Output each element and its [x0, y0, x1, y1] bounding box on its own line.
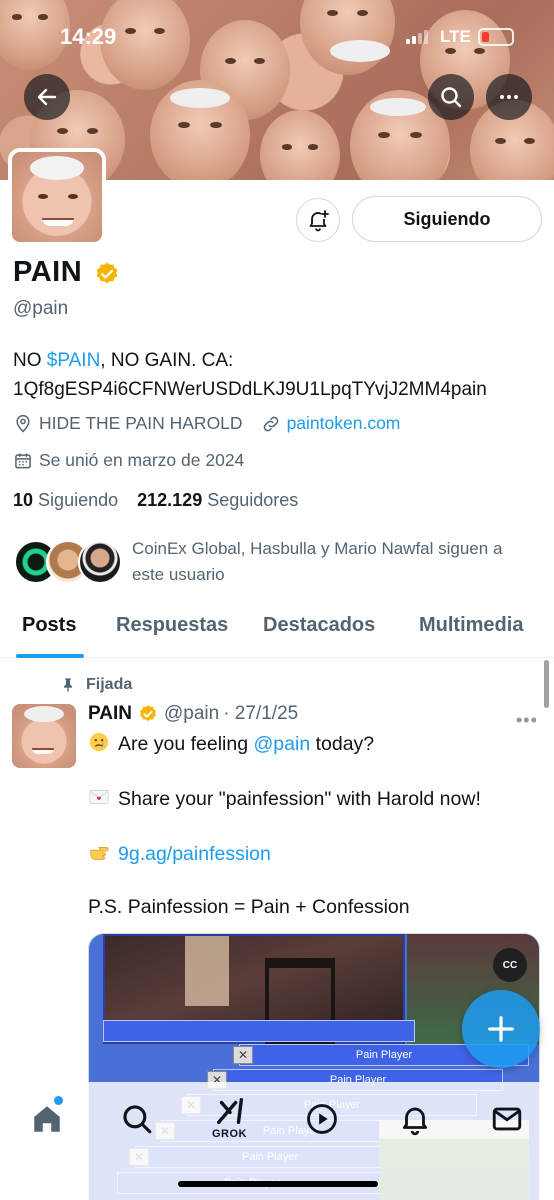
profile-meta-location-website: HIDE THE PAIN HAROLD paintoken.com: [13, 413, 400, 434]
back-button[interactable]: [24, 74, 70, 120]
signal-icon: [406, 30, 428, 44]
post-text: Are you feeling: [118, 733, 254, 755]
battery-icon: [478, 28, 514, 46]
home-indicator[interactable]: [178, 1181, 378, 1187]
tab-posts[interactable]: Posts: [22, 614, 76, 637]
followers-link[interactable]: 212.129 Seguidores: [137, 490, 298, 510]
post-more-button[interactable]: •••: [516, 710, 538, 731]
pinned-label: Fijada: [60, 676, 132, 694]
nav-messages[interactable]: [490, 1102, 524, 1136]
compose-plus-icon: [488, 1016, 514, 1042]
active-tab-indicator: [16, 654, 84, 658]
known-followers-line: CoinEx Global, Hasbulla y Mario Nawfal s…: [132, 539, 503, 558]
following-label: Siguiendo: [38, 490, 119, 510]
nav-home[interactable]: [30, 1102, 64, 1136]
notifications-toggle-button[interactable]: [296, 198, 340, 242]
home-icon: [34, 1106, 60, 1132]
status-bar: 14:29 LTE: [0, 22, 554, 52]
verified-badge-icon[interactable]: [94, 261, 120, 287]
profile-bio: NO $PAIN, NO GAIN. CA: 1Qf8gESP4i6CFNWer…: [13, 346, 543, 404]
post-text: Share your "painfession" with Harold now…: [118, 788, 481, 810]
nav-video[interactable]: [305, 1102, 339, 1136]
nav-notifications[interactable]: [398, 1102, 432, 1136]
post-author-handle[interactable]: @pain: [164, 703, 219, 725]
more-button[interactable]: [486, 74, 532, 120]
tab-highlights[interactable]: Destacados: [263, 614, 375, 637]
profile-name: PAIN: [13, 256, 83, 288]
cashtag-link[interactable]: $PAIN: [47, 350, 101, 371]
profile-location: HIDE THE PAIN HAROLD: [39, 413, 243, 433]
profile-meta-joined: Se unió en marzo de 2024: [13, 450, 244, 471]
pointing-hand-icon: [90, 847, 109, 860]
post-text-line: 9g.ag/painfession: [88, 841, 271, 866]
post-text-line: Share your "painfession" with Harold now…: [88, 786, 481, 811]
search-button[interactable]: [428, 74, 474, 120]
profile-avatar[interactable]: [8, 148, 106, 246]
captions-icon[interactable]: CC: [493, 948, 527, 982]
following-count: 10: [13, 490, 34, 510]
bio-text: NO: [13, 350, 47, 371]
search-icon: [441, 87, 462, 108]
media-window: [103, 1020, 415, 1042]
bio-contract-address: 1Qf8gESP4i6CFNWerUSDdLKJ9U1LpqTYvjJ2MM4p…: [13, 379, 487, 400]
close-icon: ✕: [233, 1046, 253, 1064]
follower-avatar: [78, 540, 122, 584]
bio-text: , NO GAIN. CA:: [100, 350, 234, 371]
play-icon: [307, 1104, 337, 1134]
mail-icon: [492, 1107, 522, 1131]
search-icon: [123, 1105, 152, 1134]
following-link[interactable]: 10 Siguiendo: [13, 490, 118, 510]
followers-count: 212.129: [137, 490, 203, 510]
known-followers-text: CoinEx Global, Hasbulla y Mario Nawfal s…: [132, 536, 502, 588]
known-followers-line: este usuario: [132, 565, 225, 584]
profile-handle: @pain: [13, 298, 69, 319]
bell-plus-icon: [309, 210, 329, 232]
post-date[interactable]: · 27/1/25: [223, 703, 298, 725]
link-icon: [263, 416, 278, 431]
post-text-line: P.S. Painfession = Pain + Confession: [88, 896, 410, 918]
nav-search[interactable]: [120, 1102, 154, 1136]
profile-website-link[interactable]: paintoken.com: [287, 413, 401, 434]
known-followers[interactable]: CoinEx Global, Hasbulla y Mario Nawfal s…: [14, 536, 544, 590]
profile-tabs: Posts Respuestas Destacados Multimedia: [0, 606, 554, 658]
compose-button[interactable]: [462, 990, 540, 1068]
back-arrow-icon: [37, 88, 57, 106]
location-icon: [16, 414, 30, 433]
bell-icon: [402, 1107, 428, 1136]
pin-icon: [64, 678, 72, 692]
post-header: PAIN @pain · 27/1/25: [88, 703, 298, 725]
scrollbar[interactable]: [544, 660, 549, 708]
post-link[interactable]: 9g.ag/painfession: [118, 843, 271, 865]
tab-replies[interactable]: Respuestas: [116, 614, 228, 637]
love-letter-icon: [89, 790, 109, 804]
status-time: 14:29: [60, 24, 117, 49]
home-unread-dot: [54, 1096, 63, 1105]
post-text: today?: [310, 733, 375, 755]
profile-joined-date: Se unió en marzo de 2024: [39, 450, 245, 470]
more-icon: [500, 95, 518, 99]
grok-icon: [216, 1097, 244, 1125]
calendar-icon: [15, 453, 31, 468]
profile-stats: 10 Siguiendo 212.129 Seguidores: [13, 490, 298, 511]
tab-media[interactable]: Multimedia: [419, 614, 523, 637]
grok-label: GROK: [212, 1128, 247, 1140]
network-label: LTE: [440, 27, 471, 46]
nav-grok[interactable]: [213, 1094, 247, 1128]
following-button[interactable]: Siguiendo: [352, 196, 542, 242]
followers-label: Seguidores: [207, 490, 299, 510]
sad-face-icon: [89, 732, 109, 752]
post-author-avatar[interactable]: [12, 704, 76, 768]
pinned-text: Fijada: [86, 676, 133, 693]
post-author-name[interactable]: PAIN: [88, 703, 132, 725]
post-mention-link[interactable]: @pain: [254, 733, 311, 755]
verified-badge-icon: [140, 705, 156, 722]
post-text-line: Are you feeling @pain today?: [88, 731, 374, 756]
